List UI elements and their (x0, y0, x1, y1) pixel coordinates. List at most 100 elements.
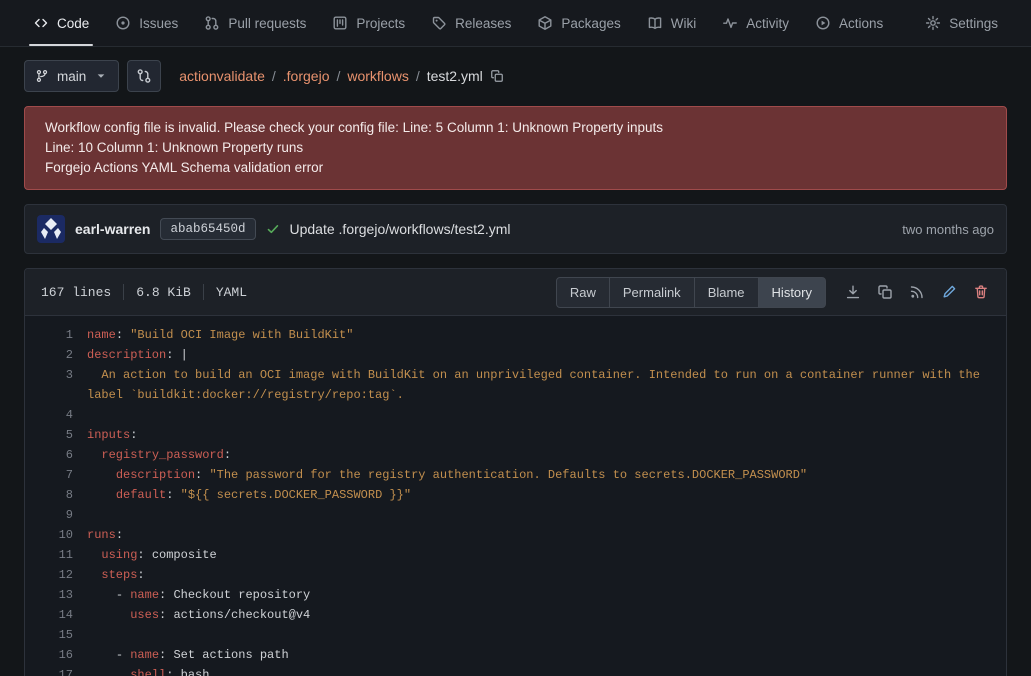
nav-item-settings[interactable]: Settings (912, 0, 1011, 46)
line-number[interactable]: 10 (25, 525, 87, 545)
code-content: using: composite (87, 545, 1006, 565)
line-number[interactable]: 12 (25, 565, 87, 585)
nav-item-code[interactable]: Code (20, 0, 102, 46)
code-content (87, 405, 1006, 425)
code-line: 11 using: composite (25, 545, 1006, 565)
breadcrumb-segment[interactable]: actionvalidate (179, 68, 265, 84)
line-number[interactable]: 15 (25, 625, 87, 645)
line-number[interactable]: 3 (25, 365, 87, 405)
nav-item-label: Projects (356, 16, 405, 31)
commit-message[interactable]: Update .forgejo/workflows/test2.yml (290, 221, 511, 237)
nav-item-actions[interactable]: Actions (802, 0, 896, 46)
breadcrumb-group-workflows: workflows / (347, 68, 419, 84)
nav-item-pull-requests[interactable]: Pull requests (191, 0, 319, 46)
nav-item-label: Code (57, 16, 89, 31)
nav-item-activity[interactable]: Activity (709, 0, 802, 46)
code-content: name: "Build OCI Image with BuildKit" (87, 325, 1006, 345)
code-content: uses: actions/checkout@v4 (87, 605, 1006, 625)
nav-item-packages[interactable]: Packages (524, 0, 633, 46)
delete-file-button[interactable] (966, 278, 996, 306)
issue-icon (115, 15, 131, 31)
rss-feed-button[interactable] (902, 278, 932, 306)
line-number[interactable]: 14 (25, 605, 87, 625)
play-icon (815, 15, 831, 31)
code-content: registry_password: (87, 445, 1006, 465)
nav-item-releases[interactable]: Releases (418, 0, 524, 46)
copy-icon (490, 69, 504, 83)
line-number[interactable]: 17 (25, 665, 87, 676)
file-header: 167 lines 6.8 KiB YAML RawPermalinkBlame… (25, 269, 1006, 316)
branch-name: main (57, 69, 86, 84)
error-banner-line: Line: 10 Column 1: Unknown Property runs (45, 138, 986, 158)
line-number[interactable]: 8 (25, 485, 87, 505)
line-number[interactable]: 2 (25, 345, 87, 365)
breadcrumb-group-test2.yml: test2.yml / (427, 68, 483, 84)
code-content: - name: Checkout repository (87, 585, 1006, 605)
file-view-button-blame[interactable]: Blame (694, 277, 759, 308)
code-content: runs: (87, 525, 1006, 545)
file-language: YAML (216, 285, 247, 300)
commit-hash-badge[interactable]: abab65450d (160, 218, 255, 240)
line-number[interactable]: 5 (25, 425, 87, 445)
book-icon (647, 15, 663, 31)
commit-status-success-icon[interactable] (266, 222, 280, 236)
code-line: 14 uses: actions/checkout@v4 (25, 605, 1006, 625)
file-size: 6.8 KiB (136, 285, 191, 300)
breadcrumb-separator: / (336, 68, 340, 84)
avatar[interactable] (37, 215, 65, 243)
code-line: 5 inputs: (25, 425, 1006, 445)
line-number[interactable]: 13 (25, 585, 87, 605)
line-number[interactable]: 4 (25, 405, 87, 425)
nav-item-label: Issues (139, 16, 178, 31)
breadcrumb-segment[interactable]: workflows (347, 68, 408, 84)
code-content: An action to build an OCI image with Bui… (87, 365, 1006, 405)
code-line: 7 description: "The password for the reg… (25, 465, 1006, 485)
code-line: 15 (25, 625, 1006, 645)
nav-item-wiki[interactable]: Wiki (634, 0, 710, 46)
file-view-button-group: RawPermalinkBlameHistory (556, 277, 826, 308)
code-view: 1 name: "Build OCI Image with BuildKit" … (25, 316, 1006, 676)
code-line: 10 runs: (25, 525, 1006, 545)
line-number[interactable]: 11 (25, 545, 87, 565)
code-line: 9 (25, 505, 1006, 525)
nav-item-issues[interactable]: Issues (102, 0, 191, 46)
code-line: 8 default: "${{ secrets.DOCKER_PASSWORD … (25, 485, 1006, 505)
line-number[interactable]: 9 (25, 505, 87, 525)
breadcrumb-segment[interactable]: test2.yml (427, 68, 483, 84)
git-branch-icon (35, 69, 49, 83)
commit-author[interactable]: earl-warren (75, 221, 150, 237)
copy-path-button[interactable] (490, 69, 504, 83)
compare-button[interactable] (127, 60, 161, 92)
nav-item-label: Wiki (671, 16, 697, 31)
edit-file-button[interactable] (934, 278, 964, 306)
gear-icon (925, 15, 941, 31)
error-banner-line: Forgejo Actions YAML Schema validation e… (45, 158, 986, 178)
line-number[interactable]: 16 (25, 645, 87, 665)
breadcrumb-separator: / (272, 68, 276, 84)
chevron-down-icon (94, 69, 108, 83)
nav-item-projects[interactable]: Projects (319, 0, 418, 46)
latest-commit-bar: earl-warren abab65450d Update .forgejo/w… (24, 204, 1007, 254)
nav-item-label: Settings (949, 16, 998, 31)
file-view-button-permalink[interactable]: Permalink (609, 277, 695, 308)
line-number[interactable]: 7 (25, 465, 87, 485)
line-number[interactable]: 1 (25, 325, 87, 345)
project-icon (332, 15, 348, 31)
file-icon-actions (838, 278, 996, 306)
code-content: description: "The password for the regis… (87, 465, 1006, 485)
file-view-button-history[interactable]: History (758, 277, 826, 308)
code-line: 4 (25, 405, 1006, 425)
code-line: 13 - name: Checkout repository (25, 585, 1006, 605)
code-line: 16 - name: Set actions path (25, 645, 1006, 665)
file-view-button-raw[interactable]: Raw (556, 277, 610, 308)
line-number[interactable]: 6 (25, 445, 87, 465)
copy-content-button[interactable] (870, 278, 900, 306)
commit-time: two months ago (902, 222, 994, 237)
download-icon (845, 284, 861, 300)
breadcrumb-segment[interactable]: .forgejo (283, 68, 330, 84)
code-content (87, 505, 1006, 525)
download-file-button[interactable] (838, 278, 868, 306)
code-content: default: "${{ secrets.DOCKER_PASSWORD }}… (87, 485, 1006, 505)
branch-selector[interactable]: main (24, 60, 119, 92)
breadcrumb: actionvalidate / .forgejo / workflows / … (179, 68, 503, 84)
